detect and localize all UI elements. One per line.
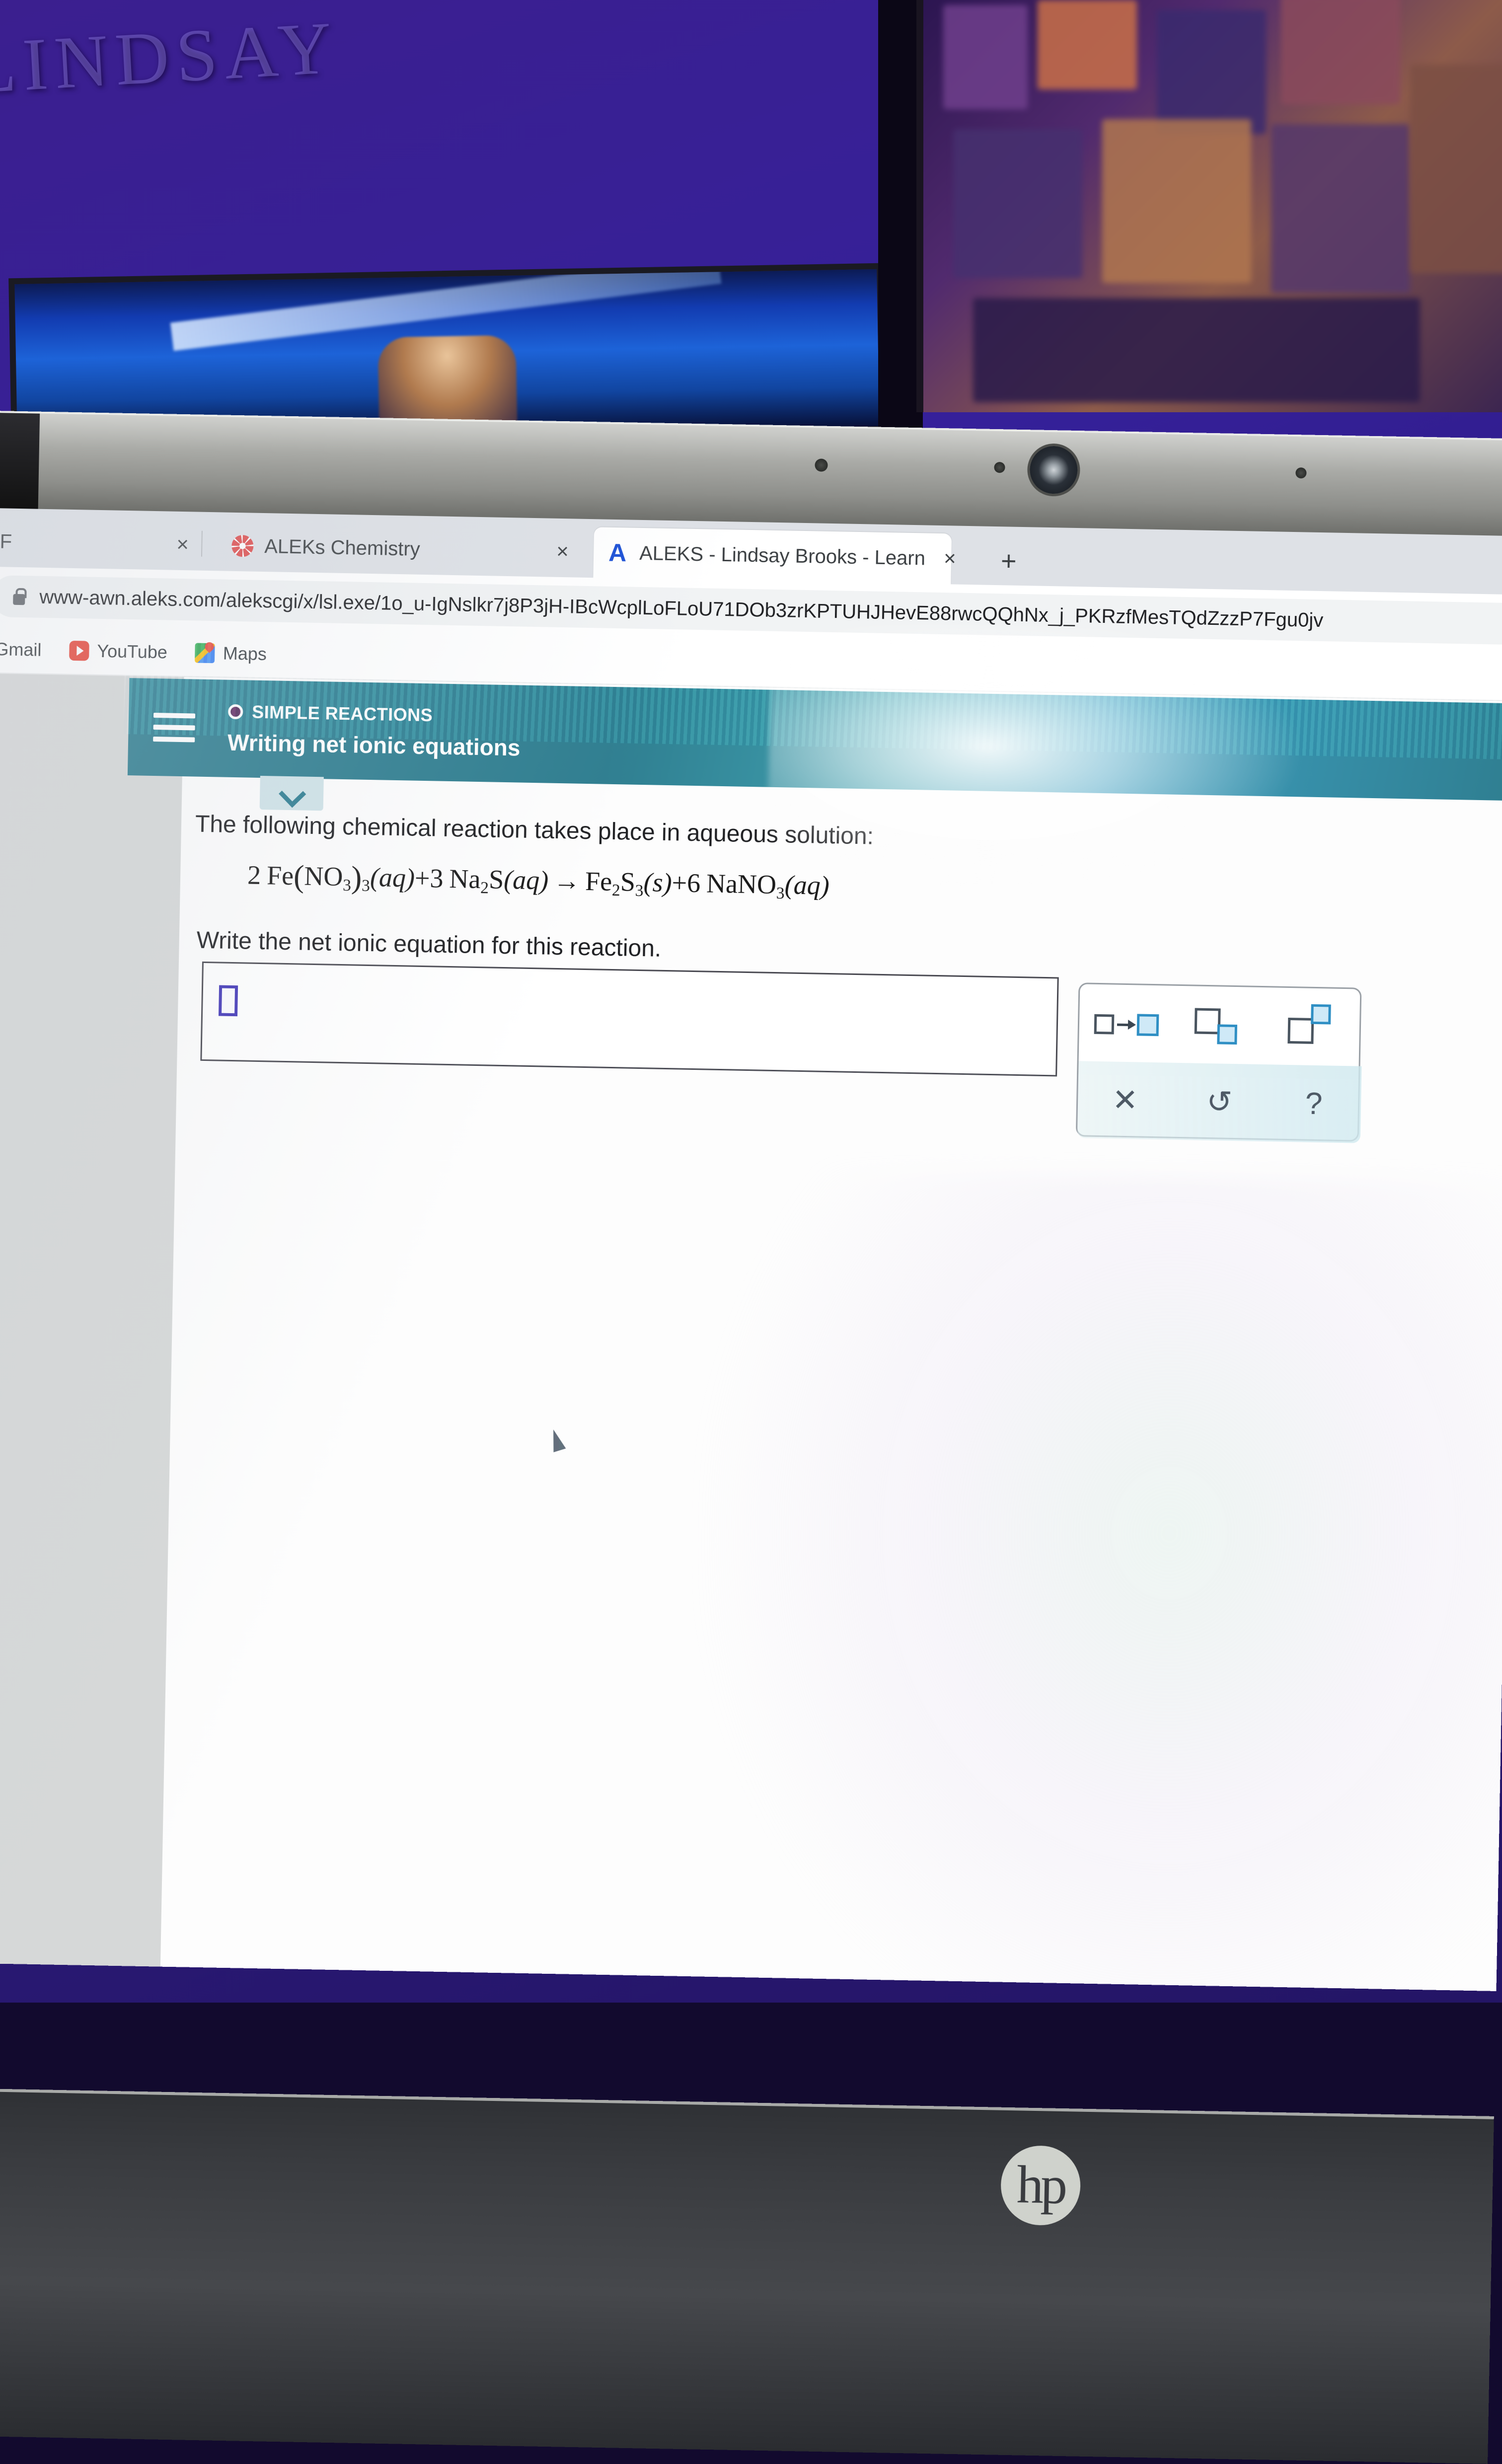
topic-category-label: SIMPLE REACTIONS: [252, 702, 433, 726]
equation-reactant-1: 2Fe(NO3)3(aq): [247, 860, 415, 893]
equation-arrow: →: [548, 865, 586, 896]
equation-reactant-2: 3Na2S(aq): [430, 863, 549, 895]
address-bar-url: www-awn.aleks.com/alekscgi/x/lsl.exe/1o_…: [39, 586, 1324, 631]
equation-product-1: Fe2S3(s): [585, 866, 673, 897]
maps-icon: [195, 643, 216, 663]
laptop: - UNF × ALEKs Chemistry × A ALEKS - Lind…: [0, 411, 1502, 2053]
question-mark-icon: ?: [1276, 1073, 1352, 1134]
youtube-icon: [69, 640, 89, 661]
aleks-icon: A: [606, 542, 629, 564]
laptop-base: hp: [0, 2088, 1494, 2464]
tab-title: ALEKS - Lindsay Brooks - Learn: [639, 542, 926, 570]
text-caret-icon: [219, 985, 238, 1017]
equation-editor-palette: ✕ ↺ ?: [1076, 982, 1362, 1141]
chemical-equation: 2Fe(NO3)3(aq)+3Na2S(aq)→Fe2S3(s)+6NaNO3(…: [247, 857, 830, 904]
help-button[interactable]: ?: [1276, 1073, 1352, 1134]
tab-title: - UNF: [0, 529, 12, 553]
bookmark-youtube[interactable]: YouTube: [69, 640, 167, 663]
undo-icon: ↺: [1182, 1072, 1257, 1133]
base-box-icon: [1287, 1017, 1314, 1044]
superscript-button[interactable]: [1277, 996, 1353, 1057]
topic-dot-icon: [228, 704, 243, 720]
arrow-icon: [1117, 1023, 1134, 1026]
page-left-gutter: [0, 673, 184, 1968]
equation-product-2: 6NaNO3(aq): [687, 868, 830, 900]
superscript-box-icon: [1311, 1004, 1331, 1024]
background-tv-right: [916, 0, 1502, 412]
browser-tab-aleks-learn[interactable]: A ALEKS - Lindsay Brooks - Learn: [593, 527, 952, 584]
tab-title: ALEKs Chemistry: [264, 535, 420, 561]
aleks-page: SIMPLE REACTIONS Writing net ionic equat…: [0, 673, 1502, 1991]
tab-divider: [201, 531, 203, 557]
canvas-icon: [231, 535, 254, 557]
target-box-icon: [1137, 1014, 1159, 1036]
bookmark-maps[interactable]: Maps: [195, 642, 267, 665]
page-title: Writing net ionic equations: [227, 729, 521, 761]
clear-button[interactable]: ✕: [1087, 1070, 1163, 1131]
hp-logo: hp: [1000, 2145, 1081, 2226]
collapse-toggle[interactable]: [260, 776, 324, 811]
browser-tab-aleks-chemistry[interactable]: ALEKs Chemistry: [218, 520, 567, 577]
webcam-icon: [1030, 446, 1078, 494]
new-tab-button[interactable]: +: [1000, 545, 1017, 577]
bookmark-label: Maps: [223, 643, 267, 665]
base-box-icon: [1195, 1008, 1221, 1034]
tab-close-button[interactable]: ×: [944, 546, 956, 570]
bookmark-gmail[interactable]: Gmail: [0, 638, 42, 661]
topic-eyebrow: SIMPLE REACTIONS: [228, 701, 521, 728]
placeholder-box-icon: [1094, 1014, 1115, 1034]
microphone-hole-icon: [1295, 467, 1306, 478]
wall-sign-text: LINDSAY: [0, 4, 341, 110]
browser-tab-unf[interactable]: - UNF: [0, 515, 177, 570]
reaction-arrow-button[interactable]: [1089, 993, 1164, 1054]
mouse-cursor-icon: [547, 1427, 566, 1452]
equation-plus: +: [672, 868, 687, 898]
microphone-hole-icon: [815, 458, 827, 471]
laptop-screen: - UNF × ALEKs Chemistry × A ALEKS - Lind…: [0, 508, 1502, 1991]
question-prompt: The following chemical reaction takes pl…: [195, 811, 874, 850]
microphone-hole-icon: [994, 462, 1005, 473]
chevron-down-icon: [281, 782, 303, 805]
bookmark-label: YouTube: [97, 640, 167, 663]
tab-close-button[interactable]: ×: [556, 539, 569, 563]
bookmark-label: Gmail: [0, 639, 42, 661]
undo-button[interactable]: ↺: [1182, 1072, 1257, 1133]
equation-plus: +: [415, 863, 431, 894]
subscript-button[interactable]: [1183, 995, 1259, 1056]
tab-close-button[interactable]: ×: [176, 532, 189, 556]
subscript-box-icon: [1217, 1024, 1237, 1045]
lock-icon: [11, 588, 27, 606]
bezel-shadow: [0, 413, 40, 513]
answer-input[interactable]: [200, 962, 1058, 1077]
hamburger-icon[interactable]: [153, 713, 195, 743]
question-instruction: Write the net ionic equation for this re…: [196, 927, 661, 963]
close-icon: ✕: [1087, 1070, 1163, 1131]
